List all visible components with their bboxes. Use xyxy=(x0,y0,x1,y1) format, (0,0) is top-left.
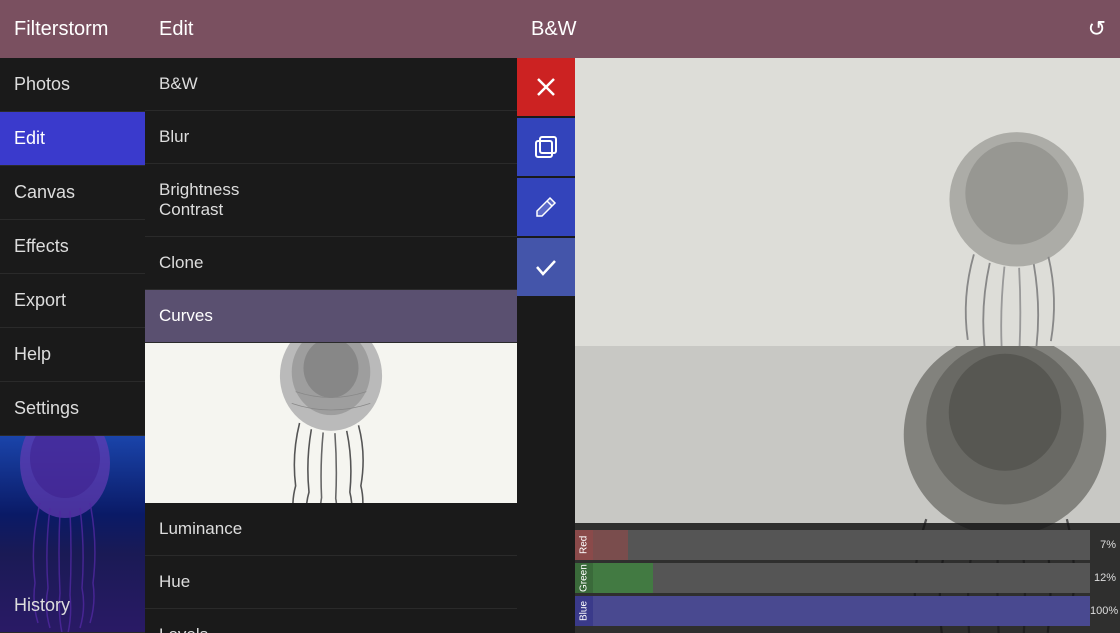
bw-panel-header: B&W ↺ xyxy=(517,0,1120,58)
edit-item-bw[interactable]: B&W xyxy=(145,58,517,111)
red-channel-label: Red xyxy=(575,530,593,560)
middle-image-preview xyxy=(145,343,517,503)
copy-icon xyxy=(532,133,560,161)
edit-panel: Edit B&W Blur Brightness Contrast Clone … xyxy=(145,0,517,633)
green-channel-row: Green 12% xyxy=(575,563,1120,593)
red-channel-fill xyxy=(593,530,628,560)
red-channel-track[interactable] xyxy=(593,530,1090,560)
green-channel-label: Green xyxy=(575,563,593,593)
pen-icon xyxy=(532,193,560,221)
edit-button[interactable] xyxy=(517,178,575,236)
blue-channel-track[interactable] xyxy=(593,596,1090,626)
edit-item-levels[interactable]: Levels xyxy=(145,609,517,633)
edit-item-curves[interactable]: Curves xyxy=(145,290,517,343)
sidebar-item-photos[interactable]: Photos xyxy=(0,58,145,112)
right-image-top xyxy=(575,58,1120,346)
sidebar-item-export[interactable]: Export xyxy=(0,274,145,328)
sidebar-item-help[interactable]: Help xyxy=(0,328,145,382)
edit-item-brightness-contrast[interactable]: Brightness Contrast xyxy=(145,164,517,237)
jellyfish-middle-svg xyxy=(251,343,411,503)
sidebar-item-canvas[interactable]: Canvas xyxy=(0,166,145,220)
jellyfish-right-top-svg xyxy=(840,126,1120,346)
sidebar-item-effects[interactable]: Effects xyxy=(0,220,145,274)
blue-channel-row: Blue 100% xyxy=(575,596,1120,626)
blue-channel-percent: 100% xyxy=(1090,605,1120,617)
red-channel-percent: 7% xyxy=(1090,539,1120,551)
green-channel-track[interactable] xyxy=(593,563,1090,593)
bw-panel-title: B&W xyxy=(531,18,577,41)
edit-item-blur[interactable]: Blur xyxy=(145,111,517,164)
edit-item-clone[interactable]: Clone xyxy=(145,237,517,290)
copy-button[interactable] xyxy=(517,118,575,176)
sidebar-item-history[interactable]: History xyxy=(0,579,145,633)
red-channel-row: Red 7% xyxy=(575,530,1120,560)
close-icon xyxy=(532,73,560,101)
checkmark-icon xyxy=(532,253,560,281)
green-channel-percent: 12% xyxy=(1090,572,1120,584)
close-button[interactable] xyxy=(517,58,575,116)
blue-channel-label: Blue xyxy=(575,596,593,626)
app-title-text: Filterstorm xyxy=(14,18,108,41)
green-channel-fill xyxy=(593,563,653,593)
tool-buttons xyxy=(517,58,575,298)
reset-icon[interactable]: ↺ xyxy=(1088,16,1106,42)
left-nav-panel: Filterstorm Photos Edit Canvas Effects E… xyxy=(0,0,145,633)
edit-item-hue[interactable]: Hue xyxy=(145,556,517,609)
confirm-button[interactable] xyxy=(517,238,575,296)
edit-panel-title: Edit xyxy=(145,0,517,58)
channel-bars: Red 7% Green 12% xyxy=(575,523,1120,633)
blue-channel-fill xyxy=(593,596,1090,626)
right-image-bottom: Red 7% Green 12% xyxy=(575,346,1120,633)
app-title: Filterstorm xyxy=(0,0,145,58)
sidebar-item-edit[interactable]: Edit xyxy=(0,112,145,166)
edit-item-luminance[interactable]: Luminance xyxy=(145,503,517,556)
right-image-content: Red 7% Green 12% xyxy=(517,58,1120,633)
sidebar-item-settings[interactable]: Settings xyxy=(0,382,145,436)
edit-item-list: B&W Blur Brightness Contrast Clone Curve… xyxy=(145,58,517,633)
bw-panel: B&W ↺ xyxy=(517,0,1120,633)
